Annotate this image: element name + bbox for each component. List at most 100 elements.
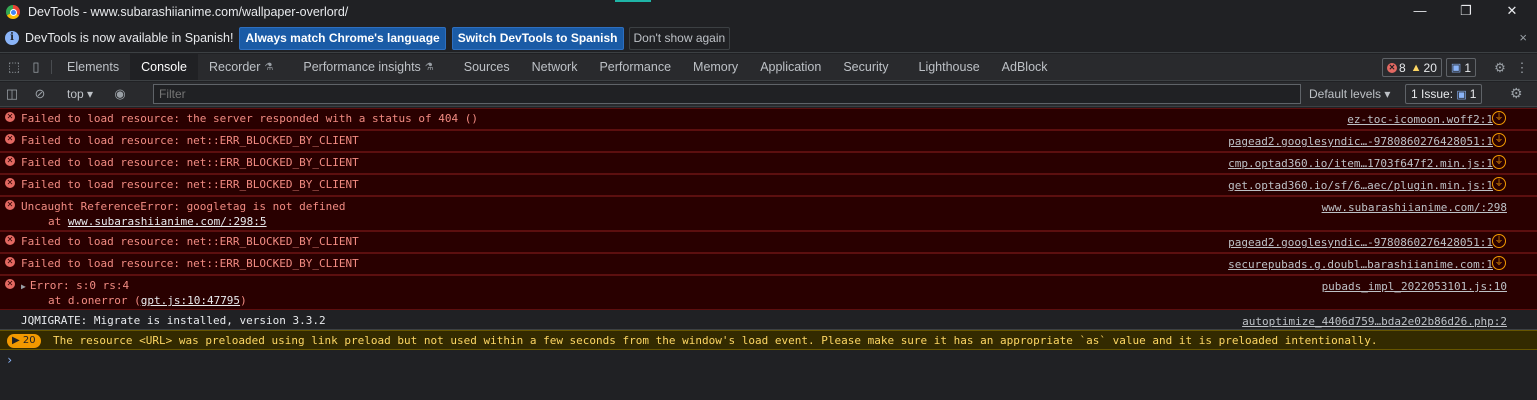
message-text: Failed to load resource: net::ERR_BLOCKE… bbox=[21, 235, 359, 248]
message-text: Failed to load resource: net::ERR_BLOCKE… bbox=[21, 156, 359, 169]
title-accent bbox=[615, 0, 651, 2]
console-error-row: ✕ Uncaught ReferenceError: googletag is … bbox=[0, 196, 1537, 231]
clear-console-icon[interactable]: ⊘ bbox=[28, 86, 52, 102]
info-icon: i bbox=[5, 31, 19, 45]
message-body: Error: s:0 rs:4 bbox=[29, 279, 130, 292]
title-bar: DevTools - www.subarashiianime.com/wallp… bbox=[0, 0, 1537, 24]
stack-link[interactable]: www.subarashiianime.com/:298:5 bbox=[68, 215, 267, 228]
message-counter[interactable]: ▣ 1 bbox=[1445, 58, 1476, 77]
issues-label: 1 Issue: bbox=[1411, 87, 1454, 101]
match-language-button[interactable]: Always match Chrome's language bbox=[239, 26, 446, 50]
network-request-icon[interactable]: ⏚ bbox=[1492, 111, 1506, 125]
minimize-button[interactable]: — bbox=[1397, 0, 1443, 24]
infobar-close-icon[interactable]: × bbox=[1519, 30, 1527, 45]
source-link[interactable]: autoptimize_4406d759…bda2e02b86d26.php:2 bbox=[1242, 315, 1507, 328]
error-icon: ✕ bbox=[1386, 62, 1397, 73]
source-link[interactable]: cmp.optad360.io/item…1703f647f2.min.js:1 bbox=[1228, 157, 1493, 170]
error-icon: ✕ bbox=[5, 257, 15, 267]
error-icon: ✕ bbox=[5, 235, 15, 245]
chevron-down-icon: ▾ bbox=[1384, 87, 1391, 101]
console-error-row[interactable]: ✕ ▶ Error: s:0 rs:4 at d.onerror (gpt.js:… bbox=[0, 275, 1537, 310]
source-link[interactable]: pagead2.googlesyndic…-9780860276428051:1 bbox=[1228, 135, 1493, 148]
message-text[interactable]: ▶ Error: s:0 rs:4 bbox=[21, 279, 129, 292]
expand-triangle-icon[interactable]: ▶ bbox=[21, 282, 26, 291]
console-warning-row[interactable]: ▶ 20 The resource <URL> was preloaded us… bbox=[0, 330, 1537, 350]
tab-performance[interactable]: Performance bbox=[588, 54, 682, 80]
console-error-row: ✕ Failed to load resource: net::ERR_BLOC… bbox=[0, 130, 1537, 152]
dont-show-again-button[interactable]: Don't show again bbox=[628, 26, 731, 50]
stack-prefix: at d.onerror ( bbox=[48, 294, 141, 307]
context-value: top bbox=[67, 87, 84, 101]
stack-trace: at www.subarashiianime.com/:298:5 bbox=[48, 215, 267, 228]
source-link[interactable]: securepubads.g.doubl…barashiianime.com:1 bbox=[1228, 258, 1493, 271]
message-text: JQMIGRATE: Migrate is installed, version… bbox=[21, 314, 326, 327]
error-icon: ✕ bbox=[5, 134, 15, 144]
repeat-count: 20 bbox=[22, 335, 36, 346]
tab-recorder[interactable]: Recorder ⚗ bbox=[198, 54, 284, 80]
source-link[interactable]: www.subarashiianime.com/:298 bbox=[1322, 201, 1507, 214]
warning-repeat-badge: ▶ 20 bbox=[7, 334, 41, 348]
console-error-row: ✕ Failed to load resource: net::ERR_BLOC… bbox=[0, 253, 1537, 275]
flask-icon: ⚗ bbox=[264, 61, 274, 73]
tab-security[interactable]: Security bbox=[832, 54, 899, 80]
message-icon: ▣ bbox=[1456, 89, 1467, 101]
message-text: Uncaught ReferenceError: googletag is no… bbox=[21, 200, 346, 213]
console-error-row: ✕ Failed to load resource: the server re… bbox=[0, 108, 1537, 130]
tab-console[interactable]: Console bbox=[130, 54, 198, 80]
devtools-tabbar: ⬚ ▯ Elements Console Recorder ⚗ Performan… bbox=[0, 54, 1537, 81]
stack-trace: at d.onerror (gpt.js:10:47795) bbox=[48, 294, 247, 307]
tab-lighthouse[interactable]: Lighthouse bbox=[908, 54, 991, 80]
network-request-icon[interactable]: ⏚ bbox=[1492, 155, 1506, 169]
console-error-row: ✕ Failed to load resource: net::ERR_BLOC… bbox=[0, 174, 1537, 196]
error-icon: ✕ bbox=[5, 178, 15, 188]
chevron-down-icon: ▾ bbox=[87, 87, 94, 101]
console-settings-gear-icon[interactable]: ⚙ bbox=[1510, 85, 1523, 102]
error-warning-counter[interactable]: ✕ 8 ▲ 20 bbox=[1381, 58, 1442, 77]
console-prompt-chevron-icon[interactable]: › bbox=[6, 353, 13, 367]
source-link[interactable]: ez-toc-icomoon.woff2:1 bbox=[1347, 113, 1493, 126]
network-request-icon[interactable]: ⏚ bbox=[1492, 133, 1506, 147]
sidebar-toggle-icon[interactable]: ◫ bbox=[0, 86, 24, 102]
error-icon: ✕ bbox=[5, 156, 15, 166]
tab-performance-insights[interactable]: Performance insights ⚗ bbox=[292, 54, 444, 80]
source-link[interactable]: get.optad360.io/sf/6…aec/plugin.min.js:1 bbox=[1228, 179, 1493, 192]
close-window-button[interactable]: ✕ bbox=[1489, 0, 1535, 24]
tab-adblock[interactable]: AdBlock bbox=[991, 54, 1059, 80]
settings-gear-icon[interactable]: ⚙ bbox=[1489, 60, 1511, 76]
infobar-message: DevTools is now available in Spanish! bbox=[25, 31, 234, 45]
issues-button[interactable]: 1 Issue: ▣ 1 bbox=[1405, 84, 1483, 104]
tab-elements[interactable]: Elements bbox=[56, 54, 130, 80]
context-selector[interactable]: top ▾ bbox=[67, 87, 93, 101]
warning-count: 20 bbox=[1423, 60, 1437, 75]
language-infobar: i DevTools is now available in Spanish! … bbox=[0, 24, 1537, 53]
error-count: 8 bbox=[1398, 60, 1406, 75]
live-expression-eye-icon[interactable]: ◉ bbox=[108, 86, 132, 102]
tab-application[interactable]: Application bbox=[749, 54, 832, 80]
switch-language-button[interactable]: Switch DevTools to Spanish bbox=[451, 26, 624, 50]
error-icon: ✕ bbox=[5, 279, 15, 289]
console-toolbar: ◫ ⊘ top ▾ ◉ Default levels ▾ 1 Issue: ▣1… bbox=[0, 82, 1537, 107]
tab-memory[interactable]: Memory bbox=[682, 54, 749, 80]
network-request-icon[interactable]: ⏚ bbox=[1492, 177, 1506, 191]
tab-sources[interactable]: Sources bbox=[453, 54, 521, 80]
message-count: 1 bbox=[1464, 60, 1471, 75]
more-options-icon[interactable]: ⋮ bbox=[1511, 60, 1533, 76]
network-request-icon[interactable]: ⏚ bbox=[1492, 234, 1506, 248]
message-text: Failed to load resource: the server resp… bbox=[21, 112, 478, 125]
message-text: Failed to load resource: net::ERR_BLOCKE… bbox=[21, 134, 359, 147]
window-title: DevTools - www.subarashiianime.com/wallp… bbox=[28, 5, 349, 19]
network-request-icon[interactable]: ⏚ bbox=[1492, 256, 1506, 270]
tab-network[interactable]: Network bbox=[521, 54, 589, 80]
restore-button[interactable]: ❐ bbox=[1443, 0, 1489, 24]
device-toolbar-icon[interactable]: ▯ bbox=[25, 54, 47, 80]
console-info-row: JQMIGRATE: Migrate is installed, version… bbox=[0, 311, 1537, 330]
inspect-element-icon[interactable]: ⬚ bbox=[3, 54, 25, 80]
console-error-row: ✕ Failed to load resource: net::ERR_BLOC… bbox=[0, 152, 1537, 174]
warning-icon: ▲ bbox=[1410, 61, 1422, 74]
source-link[interactable]: pubads_impl_2022053101.js:10 bbox=[1322, 280, 1507, 293]
expand-triangle-icon[interactable]: ▶ bbox=[12, 335, 20, 346]
filter-input[interactable] bbox=[153, 84, 1301, 104]
source-link[interactable]: pagead2.googlesyndic…-9780860276428051:1 bbox=[1228, 236, 1493, 249]
log-levels-dropdown[interactable]: Default levels ▾ bbox=[1309, 87, 1390, 101]
stack-link[interactable]: gpt.js:10:47795 bbox=[141, 294, 240, 307]
